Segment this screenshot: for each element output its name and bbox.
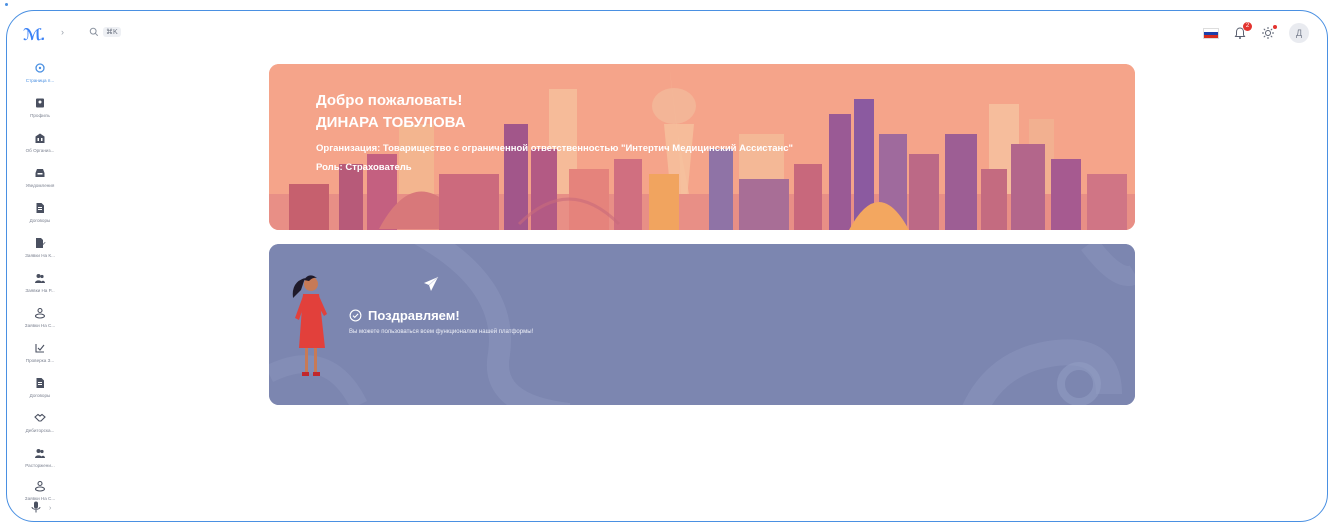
user-name: ДИНАРА ТОБУЛОВА	[316, 114, 466, 131]
document-icon	[33, 376, 47, 390]
congrats-title-row: Поздравляем!	[349, 308, 460, 323]
user-location-icon	[33, 479, 47, 493]
sidebar-item-requests-s[interactable]: Заявки На С...	[9, 306, 71, 340]
sidebar-item-home[interactable]: Страница п...	[9, 61, 71, 95]
sidebar-item-contracts[interactable]: Договоры	[9, 201, 71, 235]
sidebar-item-label: Заявки На Р...	[25, 288, 55, 293]
profile-icon	[33, 96, 47, 110]
welcome-card: Добро пожаловать! ДИНАРА ТОБУЛОВА Органи…	[269, 64, 1135, 230]
sidebar-item-requests-r[interactable]: Заявки На Р...	[9, 271, 71, 305]
theme-toggle-button[interactable]	[1261, 25, 1277, 40]
sidebar-item-label: Договоры	[29, 393, 51, 398]
app-window: ℳ. › ⌘K 2 Д Страница п... Профиль Об Орг…	[6, 10, 1328, 522]
theme-indicator-dot	[1273, 25, 1277, 29]
top-bar: ℳ. › ⌘K 2 Д	[7, 11, 1327, 55]
app-logo[interactable]: ℳ.	[23, 25, 45, 45]
role-text: Роль: Страхователь	[316, 162, 412, 173]
sidebar-item-label: Заявки На К...	[25, 253, 55, 258]
users-icon	[33, 446, 47, 460]
sidebar-item-contracts-2[interactable]: Договоры	[9, 376, 71, 410]
sidebar-toggle-chevron-icon[interactable]: ›	[61, 27, 64, 37]
inbox-icon	[33, 166, 47, 180]
sidebar-item-label: Страница п...	[25, 78, 55, 83]
home-icon	[33, 61, 47, 75]
sidebar-item-label: Дебиторска...	[25, 428, 55, 433]
corner-dot	[5, 3, 8, 6]
sidebar-item-organization[interactable]: Об Организ...	[9, 131, 71, 165]
check-list-icon	[33, 341, 47, 355]
congrats-subtitle: Вы можете пользоваться всем функционалом…	[349, 329, 534, 335]
sidebar-item-label: Расторжени...	[25, 463, 55, 468]
sidebar-item-label: Об Организ...	[25, 148, 55, 153]
building-icon	[33, 131, 47, 145]
edit-document-icon	[33, 236, 47, 250]
chevron-right-icon: ›	[49, 504, 52, 512]
organization-text: Организация: Товарищество с ограниченной…	[316, 143, 794, 154]
sidebar-item-requests-k[interactable]: Заявки На К...	[9, 236, 71, 270]
microphone-icon	[31, 501, 41, 515]
sidebar-item-label: Заявки На С...	[24, 323, 56, 328]
user-location-icon	[33, 306, 47, 320]
sidebar-item-profile[interactable]: Профиль	[9, 96, 71, 130]
notifications-button[interactable]: 2	[1233, 22, 1252, 40]
search-icon	[89, 27, 99, 37]
congrats-card: Поздравляем! Вы можете пользоваться всем…	[269, 244, 1135, 405]
user-avatar[interactable]: Д	[1289, 23, 1309, 43]
woman-illustration	[292, 275, 327, 376]
check-circle-icon	[349, 309, 362, 322]
notification-badge: 2	[1243, 22, 1252, 31]
sidebar-item-check[interactable]: Проверка З...	[9, 341, 71, 375]
sidebar: Страница п... Профиль Об Организ... Увед…	[9, 55, 71, 521]
sidebar-item-label: Уведомления	[25, 183, 55, 188]
sidebar-item-more[interactable]: ›	[31, 501, 51, 515]
handshake-icon	[33, 411, 47, 425]
welcome-greeting: Добро пожаловать!	[316, 92, 463, 109]
language-flag-icon[interactable]	[1203, 27, 1219, 39]
sidebar-item-label: Договоры	[29, 218, 51, 223]
paper-plane-icon	[424, 276, 439, 291]
sidebar-item-label: Профиль	[30, 113, 50, 118]
search-button[interactable]: ⌘K	[89, 27, 121, 37]
top-right-controls: 2 Д	[1203, 22, 1309, 43]
sidebar-item-notifications[interactable]: Уведомления	[9, 166, 71, 200]
sidebar-item-label: Проверка З...	[25, 358, 55, 363]
decorative-swirls	[269, 244, 1135, 405]
sidebar-item-receivables[interactable]: Дебиторска...	[9, 411, 71, 445]
document-icon	[33, 201, 47, 215]
search-shortcut: ⌘K	[103, 27, 121, 37]
congrats-title: Поздравляем!	[368, 308, 460, 323]
sidebar-item-termination[interactable]: Расторжени...	[9, 446, 71, 480]
users-icon	[33, 271, 47, 285]
